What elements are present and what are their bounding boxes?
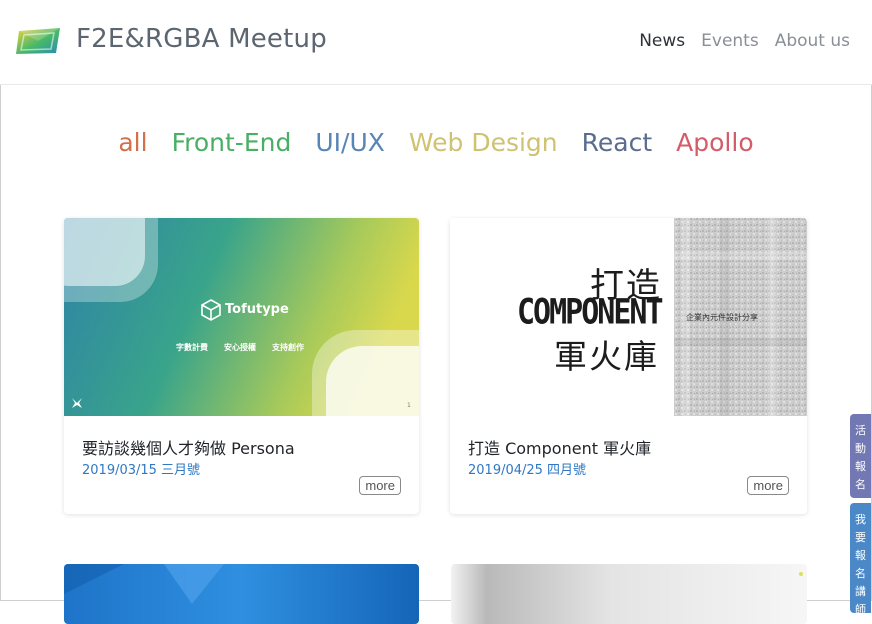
thumb-tag: 支持創作 <box>272 343 304 352</box>
thumb-tag: 安心授權 <box>224 343 256 352</box>
article-card[interactable] <box>64 564 419 624</box>
more-button[interactable]: more <box>747 476 789 495</box>
category-all[interactable]: all <box>118 128 147 157</box>
thumb-brand-text: Tofutype <box>225 302 289 317</box>
article-card[interactable] <box>451 564 807 624</box>
article-card[interactable]: Tofutype 字數計費 安心授權 支持創作 1 要訪談幾個人才夠做 Pers… <box>64 218 419 514</box>
nav-news[interactable]: News <box>639 31 685 51</box>
thumb-tag: 字數計費 <box>176 343 208 352</box>
logo-icon[interactable] <box>16 25 62 57</box>
article-date: 2019/04/25 四月號 <box>468 463 587 478</box>
thumb-subtitle: 企業內元件設計分享 <box>686 313 758 322</box>
article-thumbnail[interactable] <box>451 564 807 624</box>
brand-name[interactable]: F2E&RGBA Meetup <box>76 24 327 54</box>
nav-events[interactable]: Events <box>701 31 759 51</box>
article-title[interactable]: 要訪談幾個人才夠做 Persona <box>82 435 295 459</box>
side-tab-event-signup[interactable]: 活動報名 <box>850 414 871 498</box>
side-tab-label: 活動報名 <box>855 424 866 491</box>
thumb-headline: 軍火庫 <box>554 337 659 376</box>
category-react[interactable]: React <box>582 128 653 157</box>
thumb-page-number: 1 <box>407 402 411 409</box>
category-front-end[interactable]: Front-End <box>172 128 292 157</box>
article-thumbnail[interactable]: 打造 COMPONENT 軍火庫 企業內元件設計分享 <box>450 218 807 416</box>
nav-about-us[interactable]: About us <box>775 31 850 51</box>
category-web-design[interactable]: Web Design <box>409 128 558 157</box>
article-thumbnail[interactable]: Tofutype 字數計費 安心授權 支持創作 1 <box>64 218 419 416</box>
category-apollo[interactable]: Apollo <box>676 128 753 157</box>
thumb-headline: COMPONENT <box>517 292 664 333</box>
side-tab-speaker-signup[interactable]: 我要報名講師 <box>850 503 871 616</box>
category-filter-bar: all Front-End UI/UX Web Design React Apo… <box>0 128 872 157</box>
main-nav: News Events About us <box>639 31 850 51</box>
article-thumbnail[interactable] <box>64 564 419 624</box>
article-title[interactable]: 打造 Component 軍火庫 <box>468 435 651 459</box>
site-header: F2E&RGBA Meetup News Events About us <box>0 0 872 85</box>
more-button[interactable]: more <box>359 476 401 495</box>
side-tab-label: 我要報名講師 <box>855 513 866 616</box>
tofutype-cover-image <box>64 218 419 416</box>
article-card[interactable]: 打造 COMPONENT 軍火庫 企業內元件設計分享 打造 Component … <box>450 218 807 514</box>
category-ui-ux[interactable]: UI/UX <box>315 128 385 157</box>
article-date: 2019/03/15 三月號 <box>82 463 201 478</box>
